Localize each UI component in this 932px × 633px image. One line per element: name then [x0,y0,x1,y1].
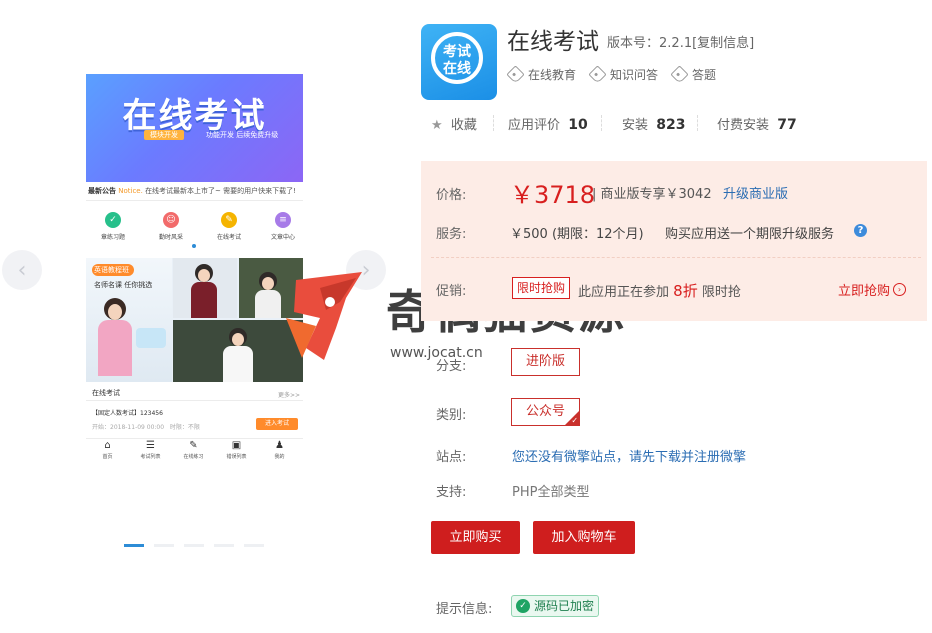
quick-entry-icon: ☺ [163,212,179,228]
support-label: 支持: [436,485,467,500]
exam-section-title: 在线考试 [92,389,120,397]
help-icon[interactable]: ? [854,224,867,237]
register-site-link[interactable]: 您还没有微擎站点，请先下载并注册微擎 [512,446,746,465]
version-label: 版本号： [607,36,660,51]
promo-badge: 限时抢购 [512,277,571,299]
arrow-right-icon: › [893,283,907,296]
tag-answer[interactable]: 答题 [670,65,716,84]
tabbar-item: ☰ 考试列表 [129,440,172,460]
mid-text: 名师名课 任你挑选 [94,281,153,289]
paid-install-stat: 付费安装 77 [717,117,797,133]
version-info: 版本号：2.2.1[复制信息] [607,32,754,51]
buy-promo-link[interactable]: 立即抢购 › [838,280,907,299]
quick-entry-label: 勤时风采 [158,234,183,241]
slide-indicator-dot[interactable] [154,544,174,547]
screenshot-tabbar: ⌂ 首页 ☰ 考试列表 ✎ 在线练习 ▣ 错误列表 ♟ 我的 [86,440,303,470]
app-screenshot: 在线考试 模块开发 功能开发 后续免费升级 最新公告 Notice. 在线考试最… [86,74,303,470]
tabbar-label: 考试列表 [140,454,161,460]
upgrade-commercial-link[interactable]: 升级商业版 [723,183,788,202]
tag-icon [506,65,525,84]
price-value: ￥3718 [510,181,596,209]
home-icon: ⌂ [104,440,111,451]
tag-online-education[interactable]: 在线教育 [506,65,576,84]
quick-entry: ☺ 勤时风采 [150,212,192,241]
service-label: 服务: [436,227,467,242]
quick-entry: ✓ 章练习题 [92,212,134,241]
rating-stat: 应用评价 10 [508,117,588,133]
tabbar-label: 错误列表 [226,454,247,460]
category-option[interactable]: 公众号 ✓ [511,398,581,426]
hint-label: 提示信息: [436,602,493,617]
gallery-prev-button[interactable]: ‹ [2,250,42,290]
slide-indicator-dot[interactable] [244,544,264,547]
commercial-price-note: | 商业版专享￥3042 [592,187,712,202]
banner-badge-tail: 功能开发 后续免费升级 [206,131,279,139]
edit-icon: ✎ [189,440,198,451]
branch-option[interactable]: 进阶版 [511,348,581,376]
tabbar-label: 在线练习 [183,454,204,460]
tag-icon [588,65,607,84]
install-stat: 安装 823 [622,117,686,133]
buy-now-button[interactable]: 立即购买 [431,521,520,554]
checkmark-icon: ✓ [571,416,579,425]
screenshot-notice: 最新公告 Notice. 在线考试最新本上市了~ 需要的用户快来下载了! [88,187,296,195]
tabbar-item: ▣ 错误列表 [215,440,258,460]
quick-entry-icon: ✓ [105,212,121,228]
encrypted-badge: ✓ 源码已加密 [511,595,600,617]
category-label: 类别: [436,408,467,423]
exam-item-meta: 开始：2018-11-09 00:00 时限：不限 [92,424,200,431]
quick-entry-label: 章练习题 [100,234,125,241]
slide-indicator-dot[interactable] [214,544,234,547]
branch-label: 分支: [436,359,467,374]
tabbar-item: ♟ 我的 [258,440,301,460]
screenshot-mid-banner: 英语教程班 名师名课 任你挑选 [86,258,303,382]
price-label: 价格: [436,188,467,203]
list-icon: ☰ [146,440,155,451]
service-note: 购买应用送一个期限升级服务 [665,227,835,242]
mid-badge: 英语教程班 [92,264,134,276]
tabbar-item: ⌂ 首页 [86,440,129,460]
briefcase-icon: ▣ [231,440,242,451]
exam-more-link: 更多>> [278,392,301,399]
screenshot-banner: 在线考试 模块开发 功能开发 后续免费升级 [86,74,303,191]
app-icon-badge: 考试 在线 [431,32,483,84]
banner-badge: 模块开发 [144,130,184,140]
app-title: 在线考试 [507,29,599,55]
copy-info-link[interactable]: [复制信息] [692,36,754,51]
promo-text: 此应用正在参加 8折 限时抢 [578,282,741,300]
exam-item-title: 【固定人数考试】123456 [92,410,163,417]
service-value: ￥500 (期限：12个月) [510,227,644,242]
exam-enter-button: 进入考试 [256,418,298,430]
quick-entry-icon: ≡ [275,212,291,228]
tag-icon [670,65,689,84]
user-icon: ♟ [275,440,284,451]
tabbar-label: 首页 [102,454,113,460]
quick-entry-label: 文章中心 [270,234,295,241]
tabbar-item: ✎ 在线练习 [172,440,215,460]
tabbar-label: 我的 [274,454,285,460]
version-number: 2.2.1 [659,36,693,51]
quick-entry: ✎ 在线考试 [208,212,250,241]
support-value: PHP全部类型 [512,485,590,500]
chevron-left-icon: ‹ [17,257,27,283]
check-circle-icon: ✓ [516,599,530,613]
promo-label: 促销: [436,284,467,299]
favorite-button[interactable]: ★ 收藏 [431,114,477,133]
watermark-logo [286,272,362,360]
slide-indicator-dot[interactable] [124,544,144,547]
quick-entry-label: 在线考试 [216,234,241,241]
site-label: 站点: [436,450,467,465]
app-icon: 考试 在线 [421,24,497,100]
tag-knowledge-qa[interactable]: 知识问答 [588,65,658,84]
star-icon: ★ [431,118,443,133]
slide-indicator-dot[interactable] [184,544,204,547]
quick-entry-icon: ✎ [221,212,237,228]
add-to-cart-button[interactable]: 加入购物车 [533,521,635,554]
quick-entry: ≡ 文章中心 [262,212,303,241]
gallery-indicator [124,532,274,551]
